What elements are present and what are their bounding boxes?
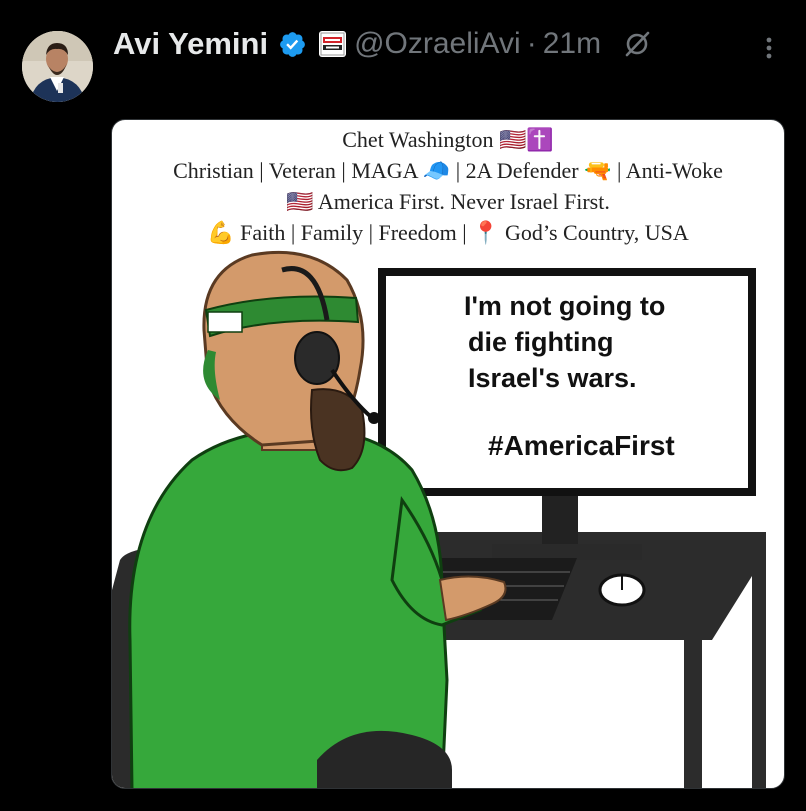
more-options-icon[interactable]	[758, 34, 780, 64]
monitor-screen-text: I'm not going to die fighting Israel's w…	[464, 288, 754, 396]
monitor-line: I'm not going to	[464, 291, 666, 321]
affiliate-badge-icon[interactable]	[319, 31, 347, 57]
caption-line: Christian | Veteran | MAGA 🧢 | 2A Defend…	[173, 158, 723, 183]
caption-line: 💪 Faith | Family | Freedom | 📍 God’s Cou…	[207, 220, 689, 245]
monitor-line: Israel's wars.	[468, 363, 637, 393]
caption-line: 🇺🇸 America First. Never Israel First.	[286, 189, 610, 214]
author-avatar[interactable]	[22, 31, 93, 102]
author-name[interactable]: Avi Yemini	[113, 26, 268, 62]
author-handle[interactable]: @OzraeliAvi	[354, 27, 521, 61]
image-caption: Chet Washington 🇺🇸✝️ Christian | Veteran…	[112, 120, 784, 248]
grok-icon[interactable]	[623, 30, 651, 58]
verified-badge-icon[interactable]	[278, 30, 307, 59]
monitor-line: die fighting	[468, 327, 614, 357]
post-header: Avi Yemini @OzraeliAvi · 21m	[113, 24, 651, 64]
post-image[interactable]: Chet Washington 🇺🇸✝️ Christian | Veteran…	[111, 119, 785, 789]
monitor-hashtag: #AmericaFirst	[488, 430, 675, 461]
separator-dot: ·	[526, 27, 537, 60]
post-timestamp[interactable]: 21m	[543, 27, 601, 61]
caption-line: Chet Washington 🇺🇸✝️	[342, 127, 554, 152]
